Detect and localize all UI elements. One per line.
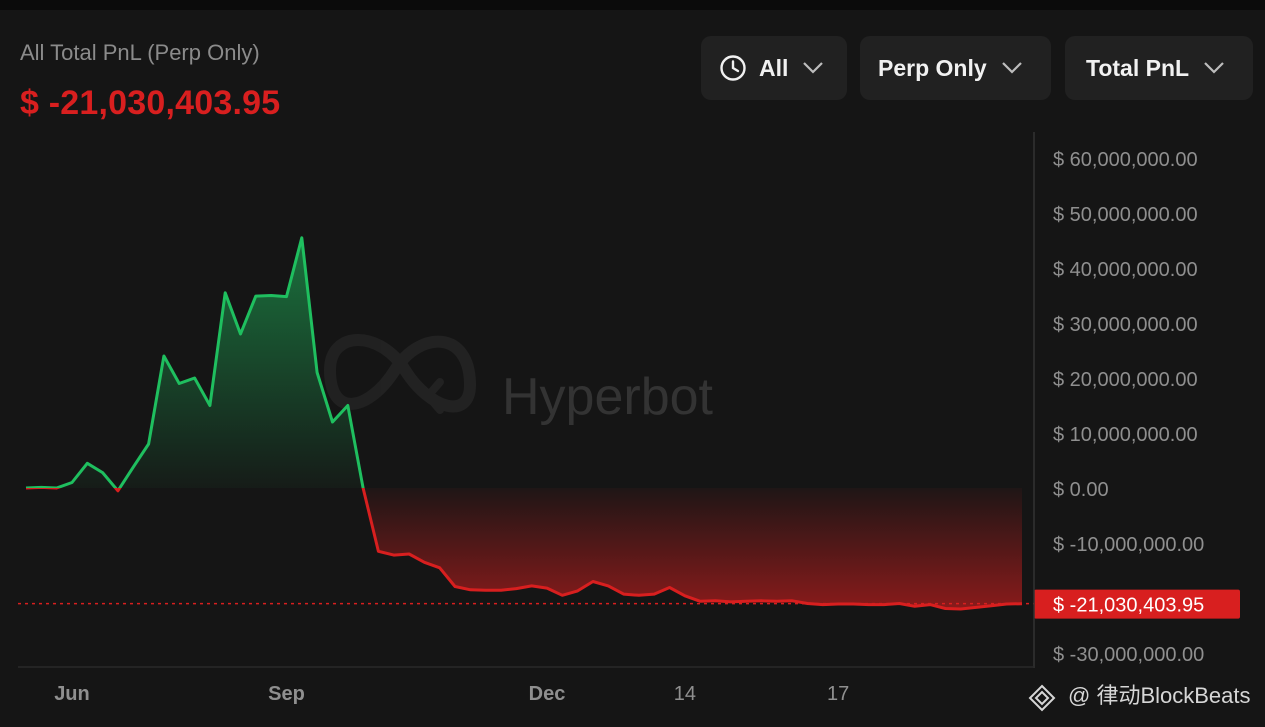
y-tick-label: $ 20,000,000.00	[1053, 369, 1198, 391]
y-tick-label: $ 0.00	[1053, 479, 1109, 501]
current-value-label: $ -21,030,403.95	[1053, 595, 1204, 617]
watermark-text: Hyperbot	[502, 368, 714, 426]
y-tick-label: $ 30,000,000.00	[1053, 314, 1198, 336]
x-tick-label: Dec	[529, 683, 566, 705]
x-tick-label: 14	[674, 683, 696, 705]
y-tick-label: $ -10,000,000.00	[1053, 534, 1204, 556]
x-tick-label: Sep	[268, 683, 305, 705]
y-tick-label: $ 10,000,000.00	[1053, 424, 1198, 446]
footer-watermark: @ 律动BlockBeats	[1068, 683, 1251, 708]
y-tick-label: $ 50,000,000.00	[1053, 204, 1198, 226]
y-tick-label: $ -30,000,000.00	[1053, 644, 1204, 666]
x-tick-label: 17	[827, 683, 849, 705]
pnl-chart: Hyperbot $ 60,000,000.00 $ 50,000,000.00 $…	[18, 132, 1240, 705]
y-tick-label: $ 40,000,000.00	[1053, 259, 1198, 281]
x-tick-label: Jun	[54, 683, 90, 705]
hyperbot-logo-watermark	[323, 334, 477, 414]
blockbeats-logo-icon	[1028, 684, 1056, 717]
y-tick-label: $ 60,000,000.00	[1053, 149, 1198, 171]
